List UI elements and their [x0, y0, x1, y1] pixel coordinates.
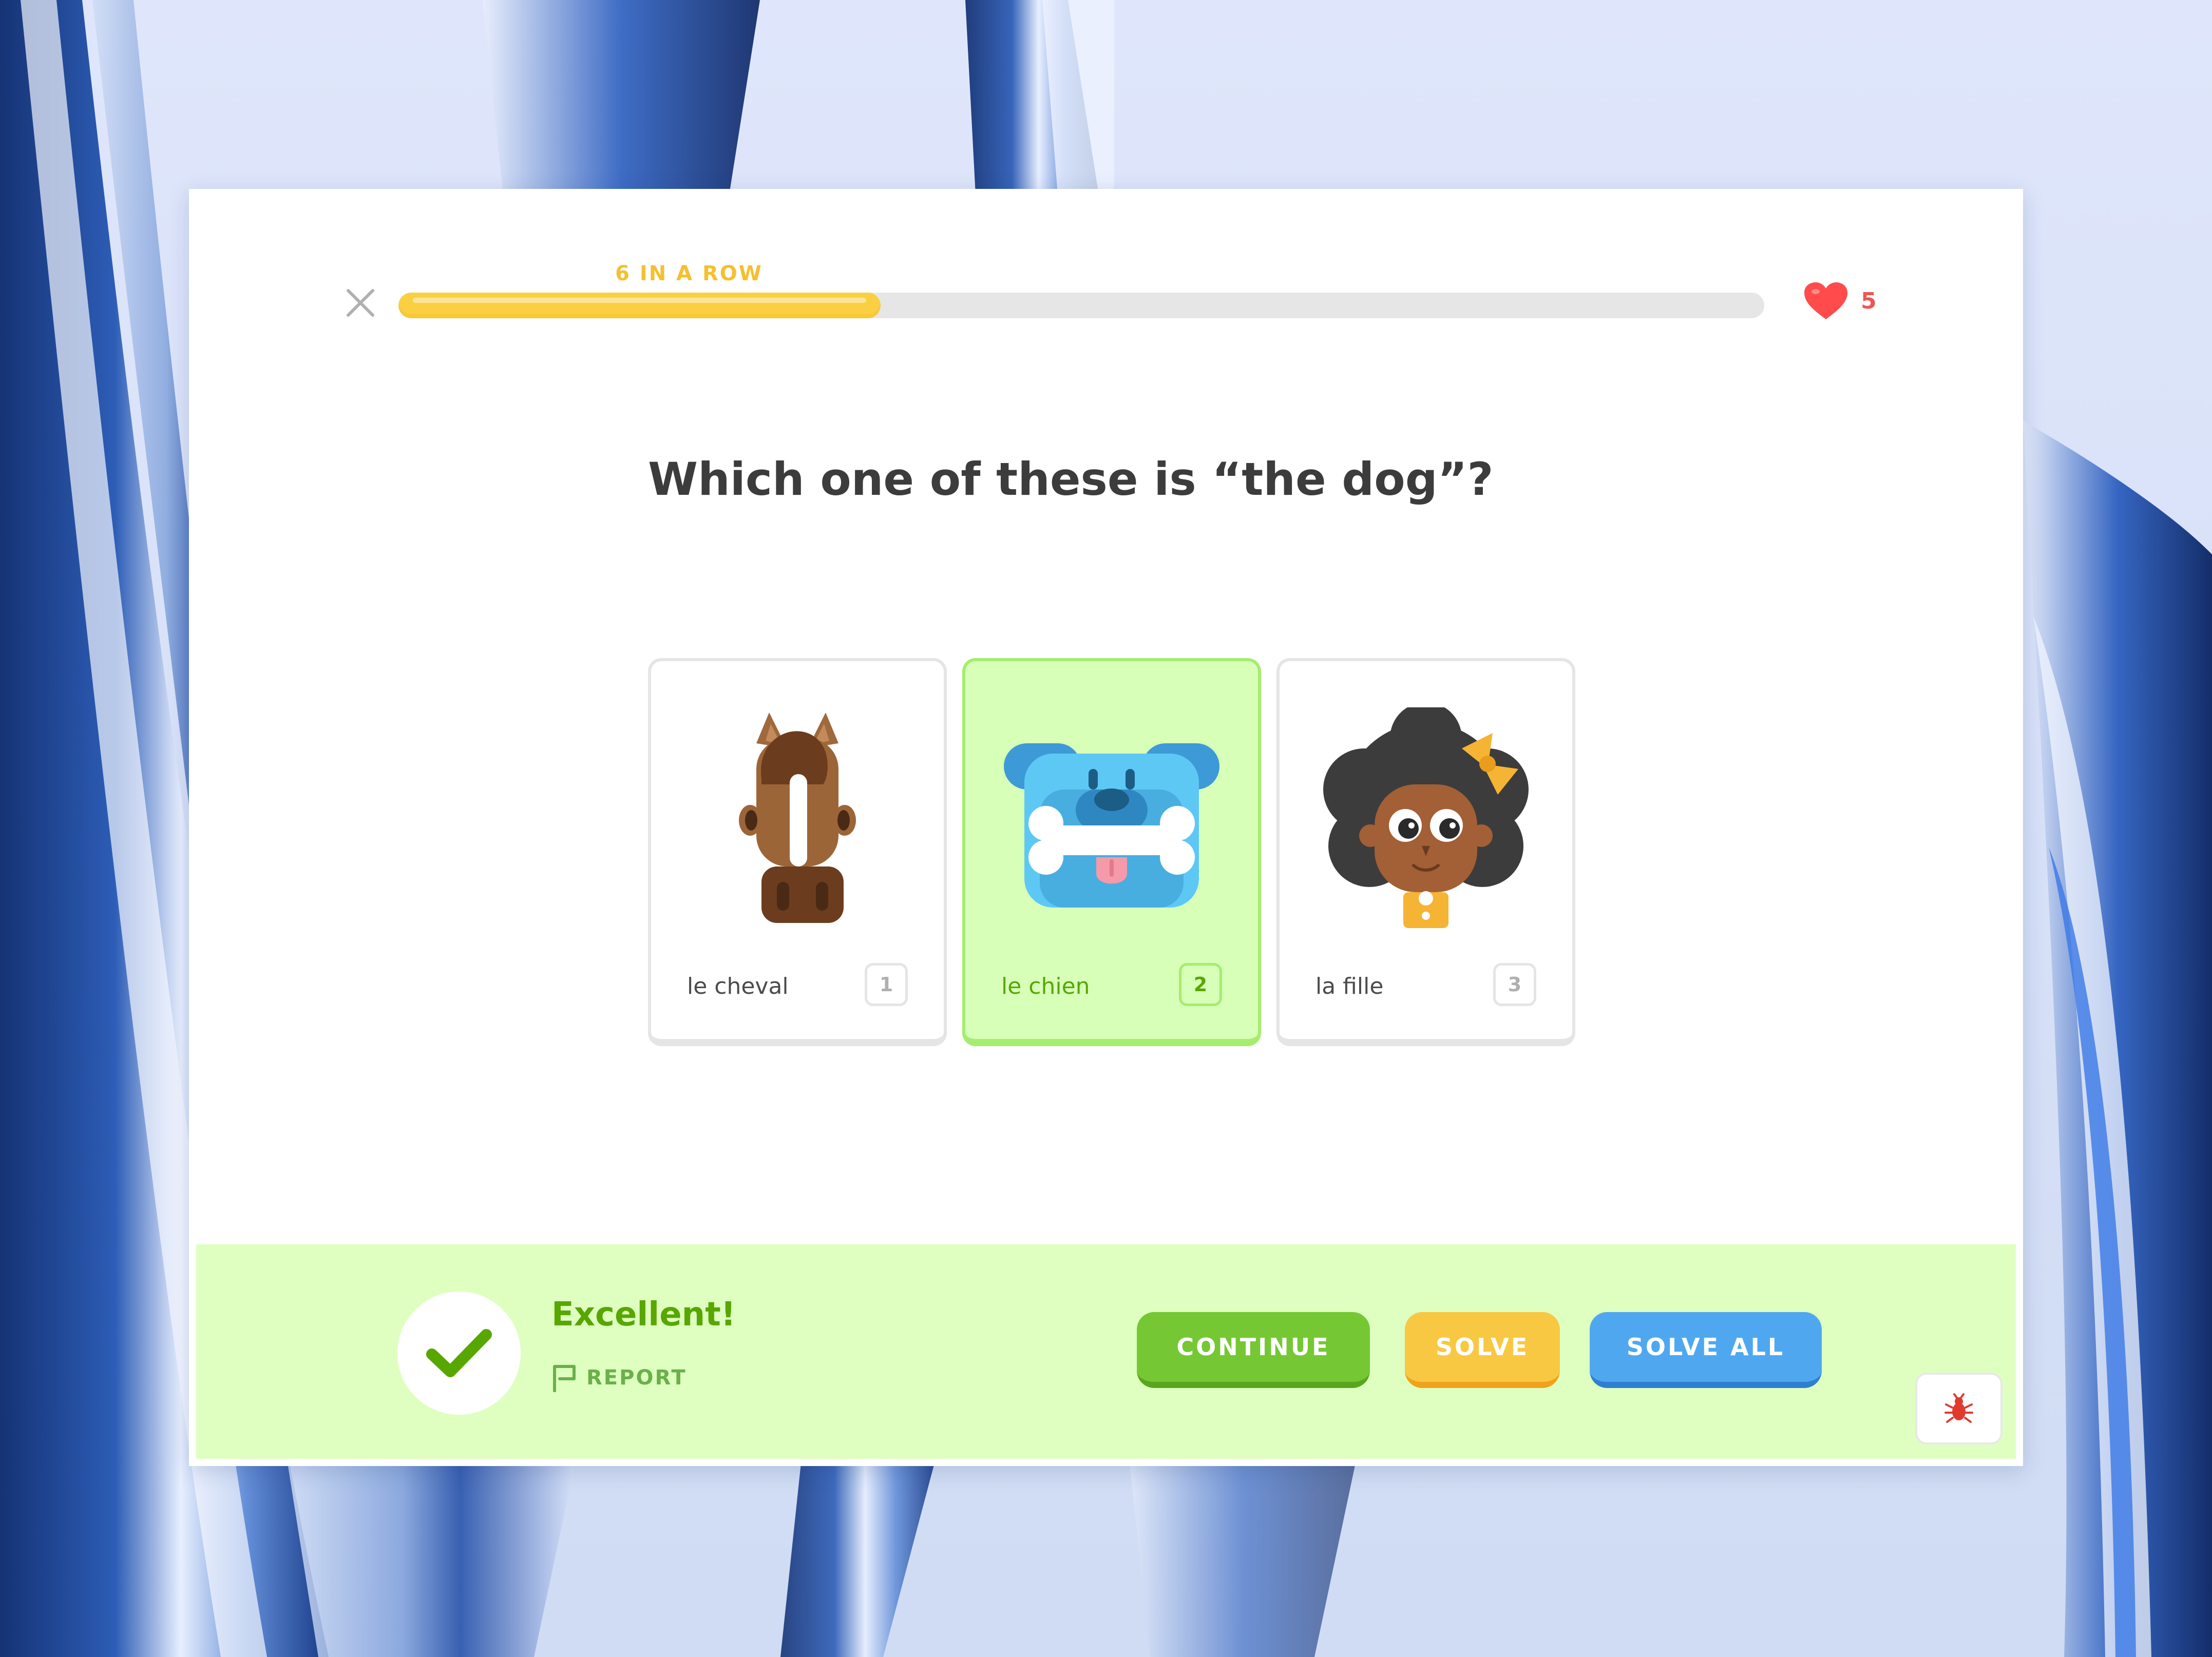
dog-illustration	[999, 707, 1225, 933]
checkmark-icon	[426, 1329, 492, 1377]
choice-card-le-chien[interactable]: le chien 2	[962, 658, 1261, 1046]
horse-illustration	[684, 707, 910, 933]
girl-illustration	[1313, 707, 1539, 933]
progress-fill	[398, 293, 881, 318]
solve-all-button[interactable]: SOLVE ALL	[1590, 1312, 1822, 1388]
flag-icon	[553, 1365, 576, 1392]
bug-icon	[1944, 1393, 1973, 1423]
choice-shortcut-key: 2	[1179, 963, 1222, 1006]
report-label: REPORT	[586, 1366, 687, 1390]
progress-shine	[413, 298, 866, 303]
heart-icon	[1804, 282, 1847, 319]
choice-label: la fille	[1315, 973, 1384, 999]
hearts-count: 5	[1861, 287, 1877, 314]
choice-label: le chien	[1001, 973, 1090, 999]
choice-card-la-fille[interactable]: la fille 3	[1276, 658, 1575, 1046]
hearts-counter: 5	[1803, 281, 1877, 320]
continue-button[interactable]: CONTINUE	[1137, 1312, 1370, 1388]
choice-list: le cheval 1 le chien 2 la fille 3	[648, 658, 1575, 1046]
lesson-progress-bar	[398, 293, 1764, 318]
choice-card-le-cheval[interactable]: le cheval 1	[648, 658, 947, 1046]
streak-label: 6 IN A ROW	[615, 262, 763, 285]
result-badge	[397, 1292, 521, 1415]
question-prompt: Which one of these is “the dog”?	[648, 453, 1494, 506]
debug-button[interactable]	[1915, 1373, 2003, 1444]
feedback-title: Excellent!	[551, 1296, 736, 1334]
choice-label: le cheval	[687, 973, 789, 999]
close-lesson-button[interactable]	[336, 278, 385, 327]
choice-shortcut-key: 1	[865, 963, 908, 1006]
report-button[interactable]: REPORT	[551, 1363, 687, 1392]
close-icon	[347, 289, 374, 317]
solve-button[interactable]: SOLVE	[1405, 1312, 1560, 1388]
lesson-window: 6 IN A ROW 5 Which one of these is “the …	[189, 189, 2023, 1466]
choice-shortcut-key: 3	[1493, 963, 1536, 1006]
feedback-footer: Excellent! REPORT CONTINUE SOLVE SOLVE A…	[196, 1244, 2016, 1459]
